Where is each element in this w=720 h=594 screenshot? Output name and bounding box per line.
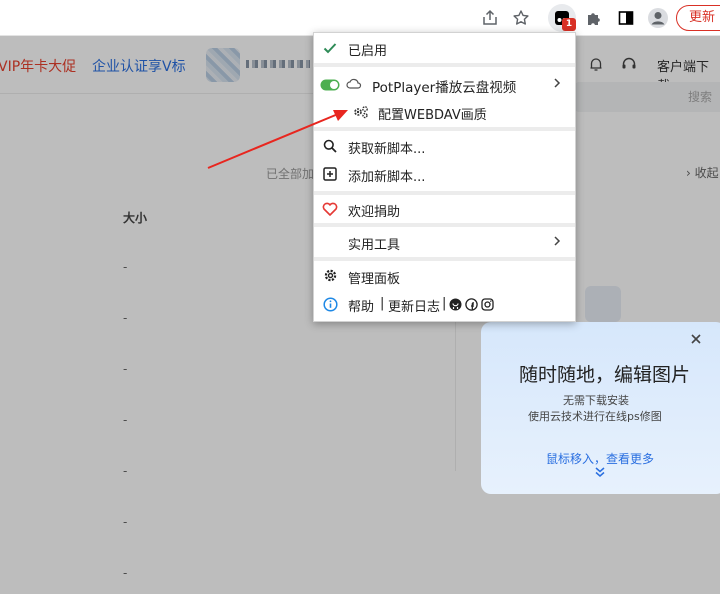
configure-webdav-label: 配置WEBDAV画质 [378,108,487,123]
chevron-double-down-icon [594,466,606,478]
tools-label: 实用工具 [348,238,401,253]
promo-description: 使用云技术进行在线ps修图 [528,410,662,423]
collapse-link[interactable]: › 收起 [686,164,719,181]
share-icon[interactable] [476,4,504,32]
user-avatar[interactable] [206,48,240,82]
bookmark-star-icon[interactable] [507,4,535,32]
info-icon [322,296,338,312]
toggle-on-icon[interactable] [320,77,340,93]
heart-icon [322,201,338,217]
close-icon[interactable] [689,332,705,348]
add-box-icon [322,166,338,182]
table-row: - [123,260,128,274]
collapse-label: 收起 [694,166,719,180]
table-row: - [123,413,128,427]
gear-icon [322,267,338,283]
decorative-shape [585,286,621,322]
search-placeholder: 搜索 [688,90,713,104]
script-name: PotPlayer播放云盘视频 [372,80,517,96]
puzzle-icon[interactable] [580,4,608,32]
menu-script-block: PotPlayer播放云盘视频 配置WEBDAV画质 [314,67,575,127]
table-row: - [123,566,128,580]
instagram-icon[interactable] [480,297,494,311]
menu-bottom-block: 管理面板 帮助 | 更新日志 | [314,261,575,321]
promo-title: 随时随地，编辑图片 [519,364,691,386]
search-icon [322,138,338,154]
browser-toolbar: 1 更新 [0,0,720,36]
table-row: - [123,362,128,376]
get-new-script-label: 获取新脚本... [348,142,426,157]
menu-script-actions: 获取新脚本... 添加新脚本... [314,131,575,191]
user-name-blurred [246,60,310,68]
browser-update-button[interactable]: 更新 [676,5,720,31]
github-icon[interactable] [448,297,462,311]
chevron-right-icon: › [686,166,691,180]
gears-icon [352,104,370,120]
promo-subtitle: 无需下载安装 [563,394,629,407]
menu-item-tools[interactable]: 实用工具 [314,227,575,257]
separator-text: | [380,296,385,311]
dashboard-label: 管理面板 [348,272,401,287]
table-row: - [123,464,128,478]
promo-more-link[interactable]: 鼠标移入，查看更多 [546,450,654,467]
separator-text: | [442,296,447,311]
table-row: - [123,311,128,325]
bell-icon[interactable] [588,56,606,74]
help-link[interactable]: 帮助 [348,296,374,315]
enterprise-cert-link[interactable]: 企业认证享V标 [92,56,186,76]
menu-item-donate[interactable]: 欢迎捐助 [314,195,575,223]
extension-badge: 1 [562,18,576,31]
loaded-all-hint: 已全部加 [266,167,315,181]
menu-item-enabled[interactable]: 已启用 [314,33,575,63]
changelog-link[interactable]: 更新日志 [388,296,440,315]
chevron-right-icon [552,235,562,247]
tampermonkey-popup-menu: 已启用 PotPlayer播放云盘视频 配置WEBDAV画质 获取新脚本... … [313,32,576,322]
checkmark-icon [322,40,338,56]
side-panel-icon[interactable] [612,4,640,32]
table-row: - [123,515,128,529]
headset-icon[interactable] [621,56,639,74]
menu-enabled-label: 已启用 [348,44,388,59]
add-new-script-label: 添加新脚本... [348,170,426,185]
chevron-right-icon [552,77,562,89]
facebook-icon[interactable] [464,297,478,311]
vip-promo-link[interactable]: VIP年卡大促 [0,56,76,76]
profile-icon[interactable] [644,4,672,32]
donate-label: 欢迎捐助 [348,205,401,220]
photo-edit-promo-card[interactable]: 随时随地，编辑图片 无需下载安装 使用云技术进行在线ps修图 鼠标移入，查看更多 [481,322,720,494]
cloud-script-icon [346,76,362,92]
size-column-header[interactable]: 大小 [123,209,147,226]
